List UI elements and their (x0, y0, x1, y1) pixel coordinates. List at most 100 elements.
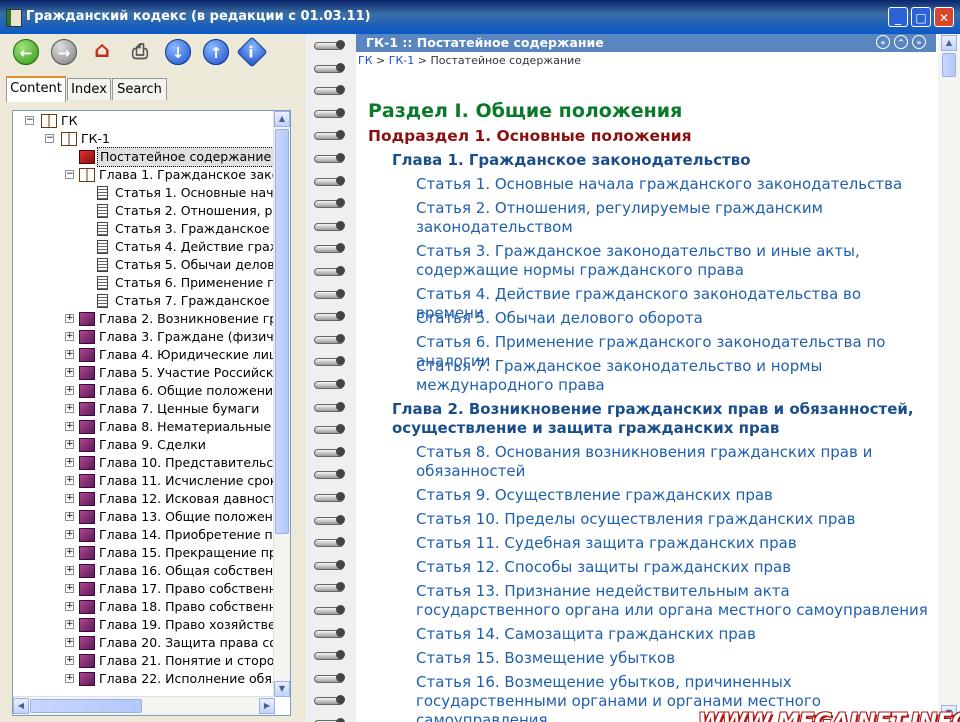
tree-node-toc[interactable]: Постатейное содержание (13, 147, 275, 167)
tab-search[interactable]: Search (112, 78, 167, 100)
tree-node-chapter[interactable]: + Глава 16. Общая собственность (13, 562, 275, 580)
tree-node-chapter[interactable]: + Глава 14. Приобретение права собственно… (13, 526, 275, 544)
article-link[interactable]: Статья 2. Отношения, регулируемые гражда… (416, 199, 928, 237)
breadcrumb-link-gk[interactable]: ГК (358, 54, 373, 67)
expand-icon[interactable]: + (65, 350, 74, 359)
tree-node-chapter-1[interactable]: − Глава 1. Гражданское законодательство (13, 166, 275, 184)
prev-topic-icon[interactable]: « (876, 35, 890, 49)
tree-node-chapter[interactable]: + Глава 4. Юридические лица (13, 346, 275, 364)
expand-icon[interactable]: + (65, 566, 74, 575)
article-link[interactable]: Статья 14. Самозащита гражданских прав (416, 625, 928, 644)
article-link[interactable]: Статья 9. Осуществление гражданских прав (416, 486, 928, 505)
article-link[interactable]: Статья 12. Способы защиты гражданских пр… (416, 558, 928, 577)
tree-node-article[interactable]: Статья 2. Отношения, регулируемые гражда… (13, 202, 275, 220)
scroll-thumb[interactable] (30, 699, 142, 713)
expand-icon[interactable]: + (65, 422, 74, 431)
tree-node-article[interactable]: Статья 3. Гражданское законодательство и… (13, 220, 275, 238)
scroll-thumb[interactable] (275, 129, 289, 534)
up-arrow-icon[interactable]: ↑ (203, 39, 229, 65)
tree-node-chapter[interactable]: + Глава 11. Исчисление сроков (13, 472, 275, 490)
article-link[interactable]: Статья 8. Основания возникновения гражда… (416, 443, 928, 481)
article-link[interactable]: Статья 1. Основные начала гражданского з… (416, 175, 928, 194)
expand-icon[interactable]: + (65, 548, 74, 557)
chapter-2-link[interactable]: Глава 2. Возникновение гражданских прав … (392, 400, 922, 438)
expand-icon[interactable]: + (65, 602, 74, 611)
article-link[interactable]: Статья 7. Гражданское законодательство и… (416, 357, 928, 395)
expand-icon[interactable]: + (65, 530, 74, 539)
tree-node-chapter[interactable]: + Глава 15. Прекращение права собственнос… (13, 544, 275, 562)
expand-icon[interactable]: + (65, 440, 74, 449)
tree-horizontal-scrollbar[interactable]: ◀ ▶ (13, 696, 275, 715)
expand-icon[interactable]: + (65, 638, 74, 647)
tree-node-chapter[interactable]: + Глава 9. Сделки (13, 436, 275, 454)
scroll-up-icon[interactable]: ▲ (274, 111, 290, 127)
tree-node-chapter[interactable]: + Глава 3. Граждане (физические лица) (13, 328, 275, 346)
expand-icon[interactable]: + (65, 512, 74, 521)
back-arrow-icon[interactable]: ← (13, 39, 39, 65)
info-icon[interactable]: i (236, 36, 268, 68)
tree-node-root[interactable]: − ГК (13, 112, 275, 130)
tree-node-chapter[interactable]: + Глава 12. Исковая давность (13, 490, 275, 508)
article-link[interactable]: Статья 10. Пределы осуществления граждан… (416, 510, 928, 529)
tree-node-gk1[interactable]: − ГК-1 (13, 130, 275, 148)
tree-node-article[interactable]: Статья 5. Обычаи делового оборота (13, 256, 275, 274)
expand-icon[interactable]: + (65, 476, 74, 485)
article-link[interactable]: Статья 11. Судебная защита гражданских п… (416, 534, 928, 553)
next-down-arrow-icon[interactable]: ↓ (165, 39, 191, 65)
tree-node-chapter[interactable]: + Глава 6. Общие положения (13, 382, 275, 400)
expand-icon[interactable]: + (65, 314, 74, 323)
breadcrumb-link-gk1[interactable]: ГК-1 (389, 54, 415, 67)
tab-index[interactable]: Index (67, 78, 111, 100)
tab-content[interactable]: Content (6, 76, 66, 102)
scroll-left-icon[interactable]: ◀ (13, 698, 29, 714)
tree-node-chapter[interactable]: + Глава 2. Возникновение гражданских прав… (13, 310, 275, 328)
close-button[interactable]: ✕ (934, 7, 954, 27)
tree-node-article[interactable]: Статья 4. Действие гражданского законода… (13, 238, 275, 256)
tree-node-chapter[interactable]: + Глава 18. Право собственности (13, 598, 275, 616)
next-topic-icon[interactable]: » (912, 35, 926, 49)
article-link[interactable]: Статья 15. Возмещение убытков (416, 649, 928, 668)
collapse-icon[interactable]: − (65, 170, 74, 179)
expand-icon[interactable]: + (65, 494, 74, 503)
expand-icon[interactable]: + (65, 386, 74, 395)
expand-icon[interactable]: + (65, 404, 74, 413)
tree-node-chapter[interactable]: + Глава 19. Право хозяйственного ведения (13, 616, 275, 634)
tree-node-chapter[interactable]: + Глава 22. Исполнение обязательств (13, 670, 275, 688)
scroll-thumb[interactable] (942, 53, 956, 77)
tree-node-chapter[interactable]: + Глава 7. Ценные бумаги (13, 400, 275, 418)
expand-icon[interactable]: + (65, 674, 74, 683)
article-link[interactable]: Статья 5. Обычаи делового оборота (416, 309, 928, 328)
tree-node-chapter[interactable]: + Глава 20. Защита права собственности (13, 634, 275, 652)
tree-node-chapter[interactable]: + Глава 17. Право собственности (13, 580, 275, 598)
tree-node-article[interactable]: Статья 6. Применение гражданского законо… (13, 274, 275, 292)
tree-vertical-scrollbar[interactable]: ▲ ▼ (273, 111, 290, 697)
home-icon[interactable]: ⌂ (89, 39, 115, 65)
forward-arrow-icon[interactable]: → (51, 39, 77, 65)
tree-node-article[interactable]: Статья 7. Гражданское законодательство и… (13, 292, 275, 310)
document-vertical-scrollbar[interactable]: ▲ ▼ (938, 34, 960, 722)
printer-icon[interactable]: ⎙ (127, 39, 153, 65)
minimize-button[interactable]: _ (888, 7, 908, 27)
expand-icon[interactable]: + (65, 332, 74, 341)
expand-icon[interactable]: + (65, 584, 74, 593)
tree-node-chapter[interactable]: + Глава 21. Понятие и стороны обязательст… (13, 652, 275, 670)
collapse-icon[interactable]: − (25, 116, 34, 125)
article-link[interactable]: Статья 3. Гражданское законодательство и… (416, 242, 928, 280)
expand-icon[interactable]: + (65, 458, 74, 467)
chapter-1-link[interactable]: Глава 1. Гражданское законодательство (392, 151, 922, 170)
collapse-icon[interactable]: − (45, 134, 54, 143)
tree-node-chapter[interactable]: + Глава 5. Участие Российской Федерации (13, 364, 275, 382)
tree-node-chapter[interactable]: + Глава 10. Представительство. Довереннос… (13, 454, 275, 472)
tree-node-article[interactable]: Статья 1. Основные начала гражданского з… (13, 184, 275, 202)
expand-icon[interactable]: + (65, 368, 74, 377)
up-topic-icon[interactable]: ^ (894, 35, 908, 49)
article-link[interactable]: Статья 13. Признание недействительным ак… (416, 582, 928, 620)
tree-node-chapter[interactable]: + Глава 8. Нематериальные блага (13, 418, 275, 436)
expand-icon[interactable]: + (65, 620, 74, 629)
maximize-button[interactable]: □ (911, 7, 931, 27)
scroll-up-icon[interactable]: ▲ (941, 35, 957, 51)
scroll-down-icon[interactable]: ▼ (274, 681, 290, 697)
expand-icon[interactable]: + (65, 656, 74, 665)
tree-node-chapter[interactable]: + Глава 13. Общие положения (13, 508, 275, 526)
scroll-right-icon[interactable]: ▶ (259, 698, 275, 714)
